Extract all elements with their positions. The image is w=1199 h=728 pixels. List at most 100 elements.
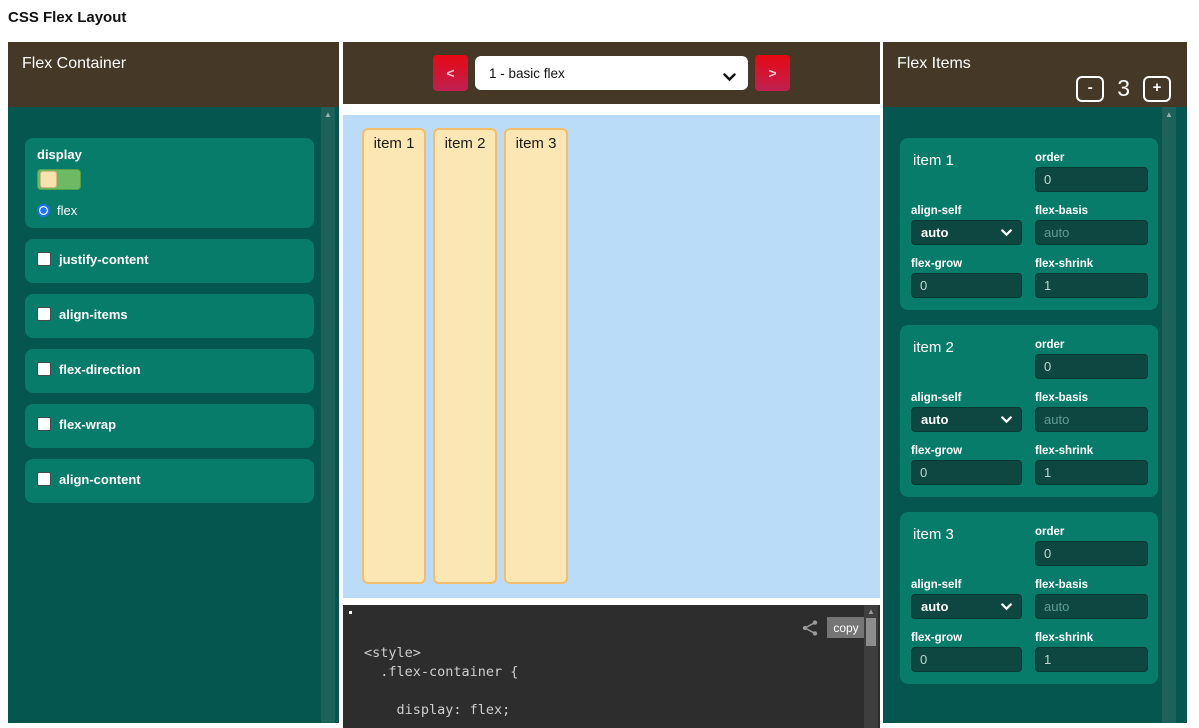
- flex-basis-input[interactable]: [1035, 407, 1148, 432]
- property-card-align-content: align-content: [25, 459, 314, 503]
- order-label: order: [1035, 152, 1148, 164]
- align-self-field: align-self auto: [911, 392, 1022, 432]
- preview-flex-item: item 3: [504, 128, 568, 584]
- flex-basis-field: flex-basis: [1035, 579, 1148, 619]
- flex-basis-field: flex-basis: [1035, 205, 1148, 245]
- code-panel: copy <style> .flex-container { display: …: [343, 605, 880, 728]
- flex-grow-field: flex-grow: [911, 445, 1022, 485]
- property-card-align-items: align-items: [25, 294, 314, 338]
- flex-shrink-field: flex-shrink: [1035, 445, 1148, 485]
- remove-item-button[interactable]: -: [1076, 76, 1104, 102]
- flex-grow-label: flex-grow: [911, 445, 1022, 457]
- flex-radio[interactable]: [37, 204, 50, 217]
- scroll-up-icon[interactable]: ▲: [1162, 107, 1176, 122]
- property-card-flex-wrap: flex-wrap: [25, 404, 314, 448]
- flex-grow-field: flex-grow: [911, 258, 1022, 298]
- add-item-button[interactable]: +: [1143, 76, 1171, 102]
- example-nav-header: < 1 - basic flex >: [343, 42, 880, 104]
- flex-shrink-label: flex-shrink: [1035, 632, 1148, 644]
- order-field: order: [1035, 152, 1148, 192]
- left-panel-scrollbar[interactable]: ▲: [321, 107, 335, 723]
- code-line: .flex-container {: [364, 664, 518, 683]
- next-example-button[interactable]: >: [755, 55, 790, 91]
- flex-basis-label: flex-basis: [1035, 205, 1148, 217]
- order-input[interactable]: [1035, 167, 1148, 192]
- align-content-checkbox[interactable]: [37, 472, 51, 486]
- align-self-select[interactable]: auto: [911, 220, 1022, 245]
- item-count: 3: [1117, 75, 1130, 102]
- align-self-value: auto: [921, 225, 948, 240]
- align-self-label: align-self: [911, 205, 1022, 217]
- flex-grow-label: flex-grow: [911, 258, 1022, 270]
- item-card-title: item 1: [911, 152, 1022, 192]
- scroll-up-icon[interactable]: ▲: [864, 605, 878, 618]
- flex-grow-input[interactable]: [911, 273, 1022, 298]
- property-card-justify-content: justify-content: [25, 239, 314, 283]
- display-label: display: [37, 147, 302, 162]
- align-self-value: auto: [921, 599, 948, 614]
- align-self-label: align-self: [911, 392, 1022, 404]
- order-label: order: [1035, 526, 1148, 538]
- code-line: <style>: [364, 645, 518, 664]
- example-select[interactable]: 1 - basic flex: [475, 56, 748, 90]
- align-self-value: auto: [921, 412, 948, 427]
- scroll-up-icon[interactable]: ▲: [321, 107, 335, 122]
- item-card-3: item 3 order align-self auto flex-basis: [900, 512, 1158, 684]
- flex-shrink-input[interactable]: [1035, 460, 1148, 485]
- align-content-label: align-content: [59, 472, 141, 487]
- flex-grow-input[interactable]: [911, 460, 1022, 485]
- code-line: [364, 683, 518, 702]
- toggle-knob: [40, 171, 57, 188]
- flex-radio-label: flex: [57, 203, 77, 218]
- flex-basis-label: flex-basis: [1035, 392, 1148, 404]
- flex-container-header: Flex Container: [8, 42, 339, 107]
- item-card-title: item 3: [911, 526, 1022, 566]
- flex-container-panel: Flex Container display flex justify-cont…: [8, 42, 339, 723]
- flex-items-title: Flex Items: [897, 55, 971, 73]
- flex-shrink-input[interactable]: [1035, 647, 1148, 672]
- item-card-1: item 1 order align-self auto flex-basis: [900, 138, 1158, 310]
- page-title: CSS Flex Layout: [8, 9, 126, 26]
- flex-container-body: display flex justify-content align-items…: [8, 107, 339, 723]
- share-icon[interactable]: [800, 618, 820, 638]
- align-self-field: align-self auto: [911, 205, 1022, 245]
- prev-example-button[interactable]: <: [433, 55, 468, 91]
- flex-container-title: Flex Container: [22, 55, 126, 73]
- code-cursor-dot: [349, 611, 352, 614]
- flex-shrink-field: flex-shrink: [1035, 258, 1148, 298]
- flex-basis-label: flex-basis: [1035, 579, 1148, 591]
- align-self-select[interactable]: auto: [911, 594, 1022, 619]
- flex-shrink-label: flex-shrink: [1035, 258, 1148, 270]
- order-input[interactable]: [1035, 541, 1148, 566]
- right-panel-scrollbar[interactable]: ▲: [1162, 107, 1176, 723]
- align-items-checkbox[interactable]: [37, 307, 51, 321]
- scrollbar-thumb[interactable]: [866, 618, 876, 646]
- flex-basis-input[interactable]: [1035, 220, 1148, 245]
- flex-basis-input[interactable]: [1035, 594, 1148, 619]
- order-input[interactable]: [1035, 354, 1148, 379]
- flex-items-header: Flex Items - 3 +: [883, 42, 1187, 107]
- flex-shrink-field: flex-shrink: [1035, 632, 1148, 672]
- justify-content-checkbox[interactable]: [37, 252, 51, 266]
- chevron-down-icon: [1001, 599, 1012, 614]
- align-self-field: align-self auto: [911, 579, 1022, 619]
- flex-shrink-input[interactable]: [1035, 273, 1148, 298]
- align-self-select[interactable]: auto: [911, 407, 1022, 432]
- chevron-down-icon: [1001, 225, 1012, 240]
- flex-preview-area: item 1 item 2 item 3: [343, 115, 880, 598]
- flex-grow-input[interactable]: [911, 647, 1022, 672]
- order-field: order: [1035, 339, 1148, 379]
- copy-button[interactable]: copy: [827, 617, 865, 638]
- align-items-label: align-items: [59, 307, 128, 322]
- flex-wrap-checkbox[interactable]: [37, 417, 51, 431]
- flex-direction-checkbox[interactable]: [37, 362, 51, 376]
- flex-shrink-label: flex-shrink: [1035, 445, 1148, 457]
- display-toggle[interactable]: [37, 169, 81, 190]
- code-scrollbar[interactable]: ▲: [864, 605, 878, 728]
- flex-items-panel: Flex Items - 3 + item 1 order align-self…: [883, 42, 1187, 723]
- flex-direction-label: flex-direction: [59, 362, 141, 377]
- display-control-card: display flex: [25, 138, 314, 228]
- align-self-label: align-self: [911, 579, 1022, 591]
- flex-grow-field: flex-grow: [911, 632, 1022, 672]
- preview-flex-item: item 1: [362, 128, 426, 584]
